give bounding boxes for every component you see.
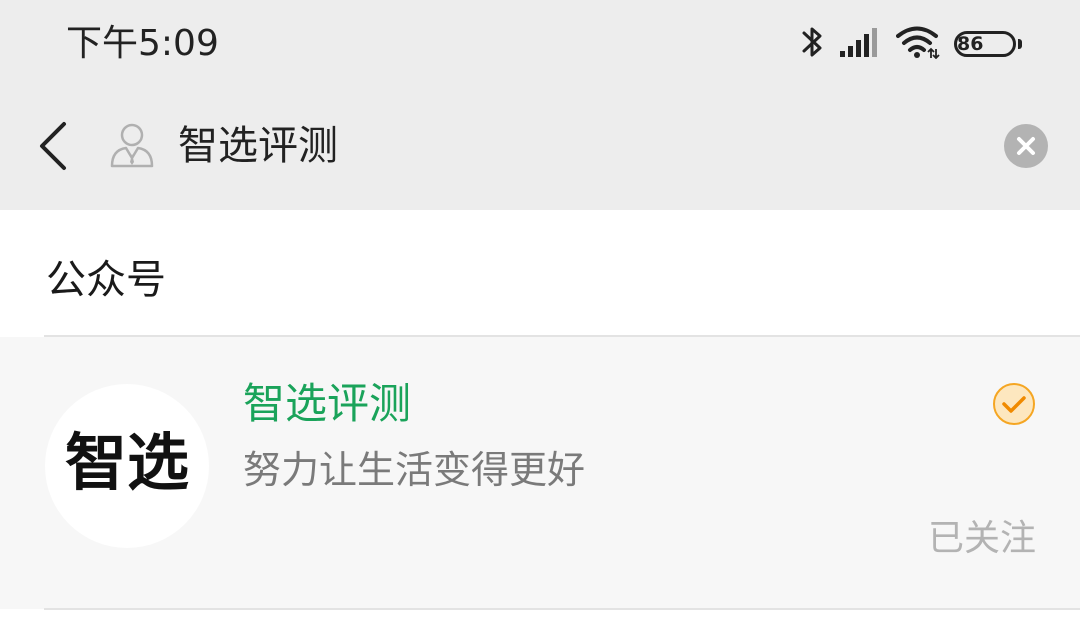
search-input[interactable]: 智选评测 [178, 120, 338, 172]
section-header: 公众号 [0, 210, 1080, 336]
avatar-logo: 智选 [65, 426, 189, 499]
status-icons: 86 [800, 24, 1022, 64]
svg-text:智选: 智选 [65, 426, 189, 499]
result-title: 智选评测 [243, 379, 412, 428]
battery-icon: 86 [954, 31, 1022, 57]
verified-check-icon [992, 382, 1036, 426]
contact-icon [108, 120, 156, 170]
list-item[interactable]: 智选 智选评测 努力让生活变得更好 已关注 [0, 337, 1080, 609]
clear-icon [1017, 137, 1035, 155]
clear-search-button[interactable] [1004, 124, 1048, 168]
result-description: 努力让生活变得更好 [243, 448, 586, 492]
follow-status: 已关注 [927, 518, 1036, 559]
status-bar: 下午5:09 86 [0, 0, 1080, 90]
section-title: 公众号 [46, 257, 166, 303]
avatar: 智选 [45, 384, 209, 548]
back-button[interactable] [30, 118, 80, 174]
chevron-left-icon [40, 122, 66, 170]
status-time: 下午5:09 [66, 23, 219, 64]
search-bar: 智选评测 [0, 90, 1080, 210]
divider [44, 608, 1080, 610]
battery-level: 86 [957, 33, 984, 55]
wifi-icon [896, 25, 940, 63]
bluetooth-icon [800, 24, 826, 64]
signal-icon [840, 27, 880, 61]
